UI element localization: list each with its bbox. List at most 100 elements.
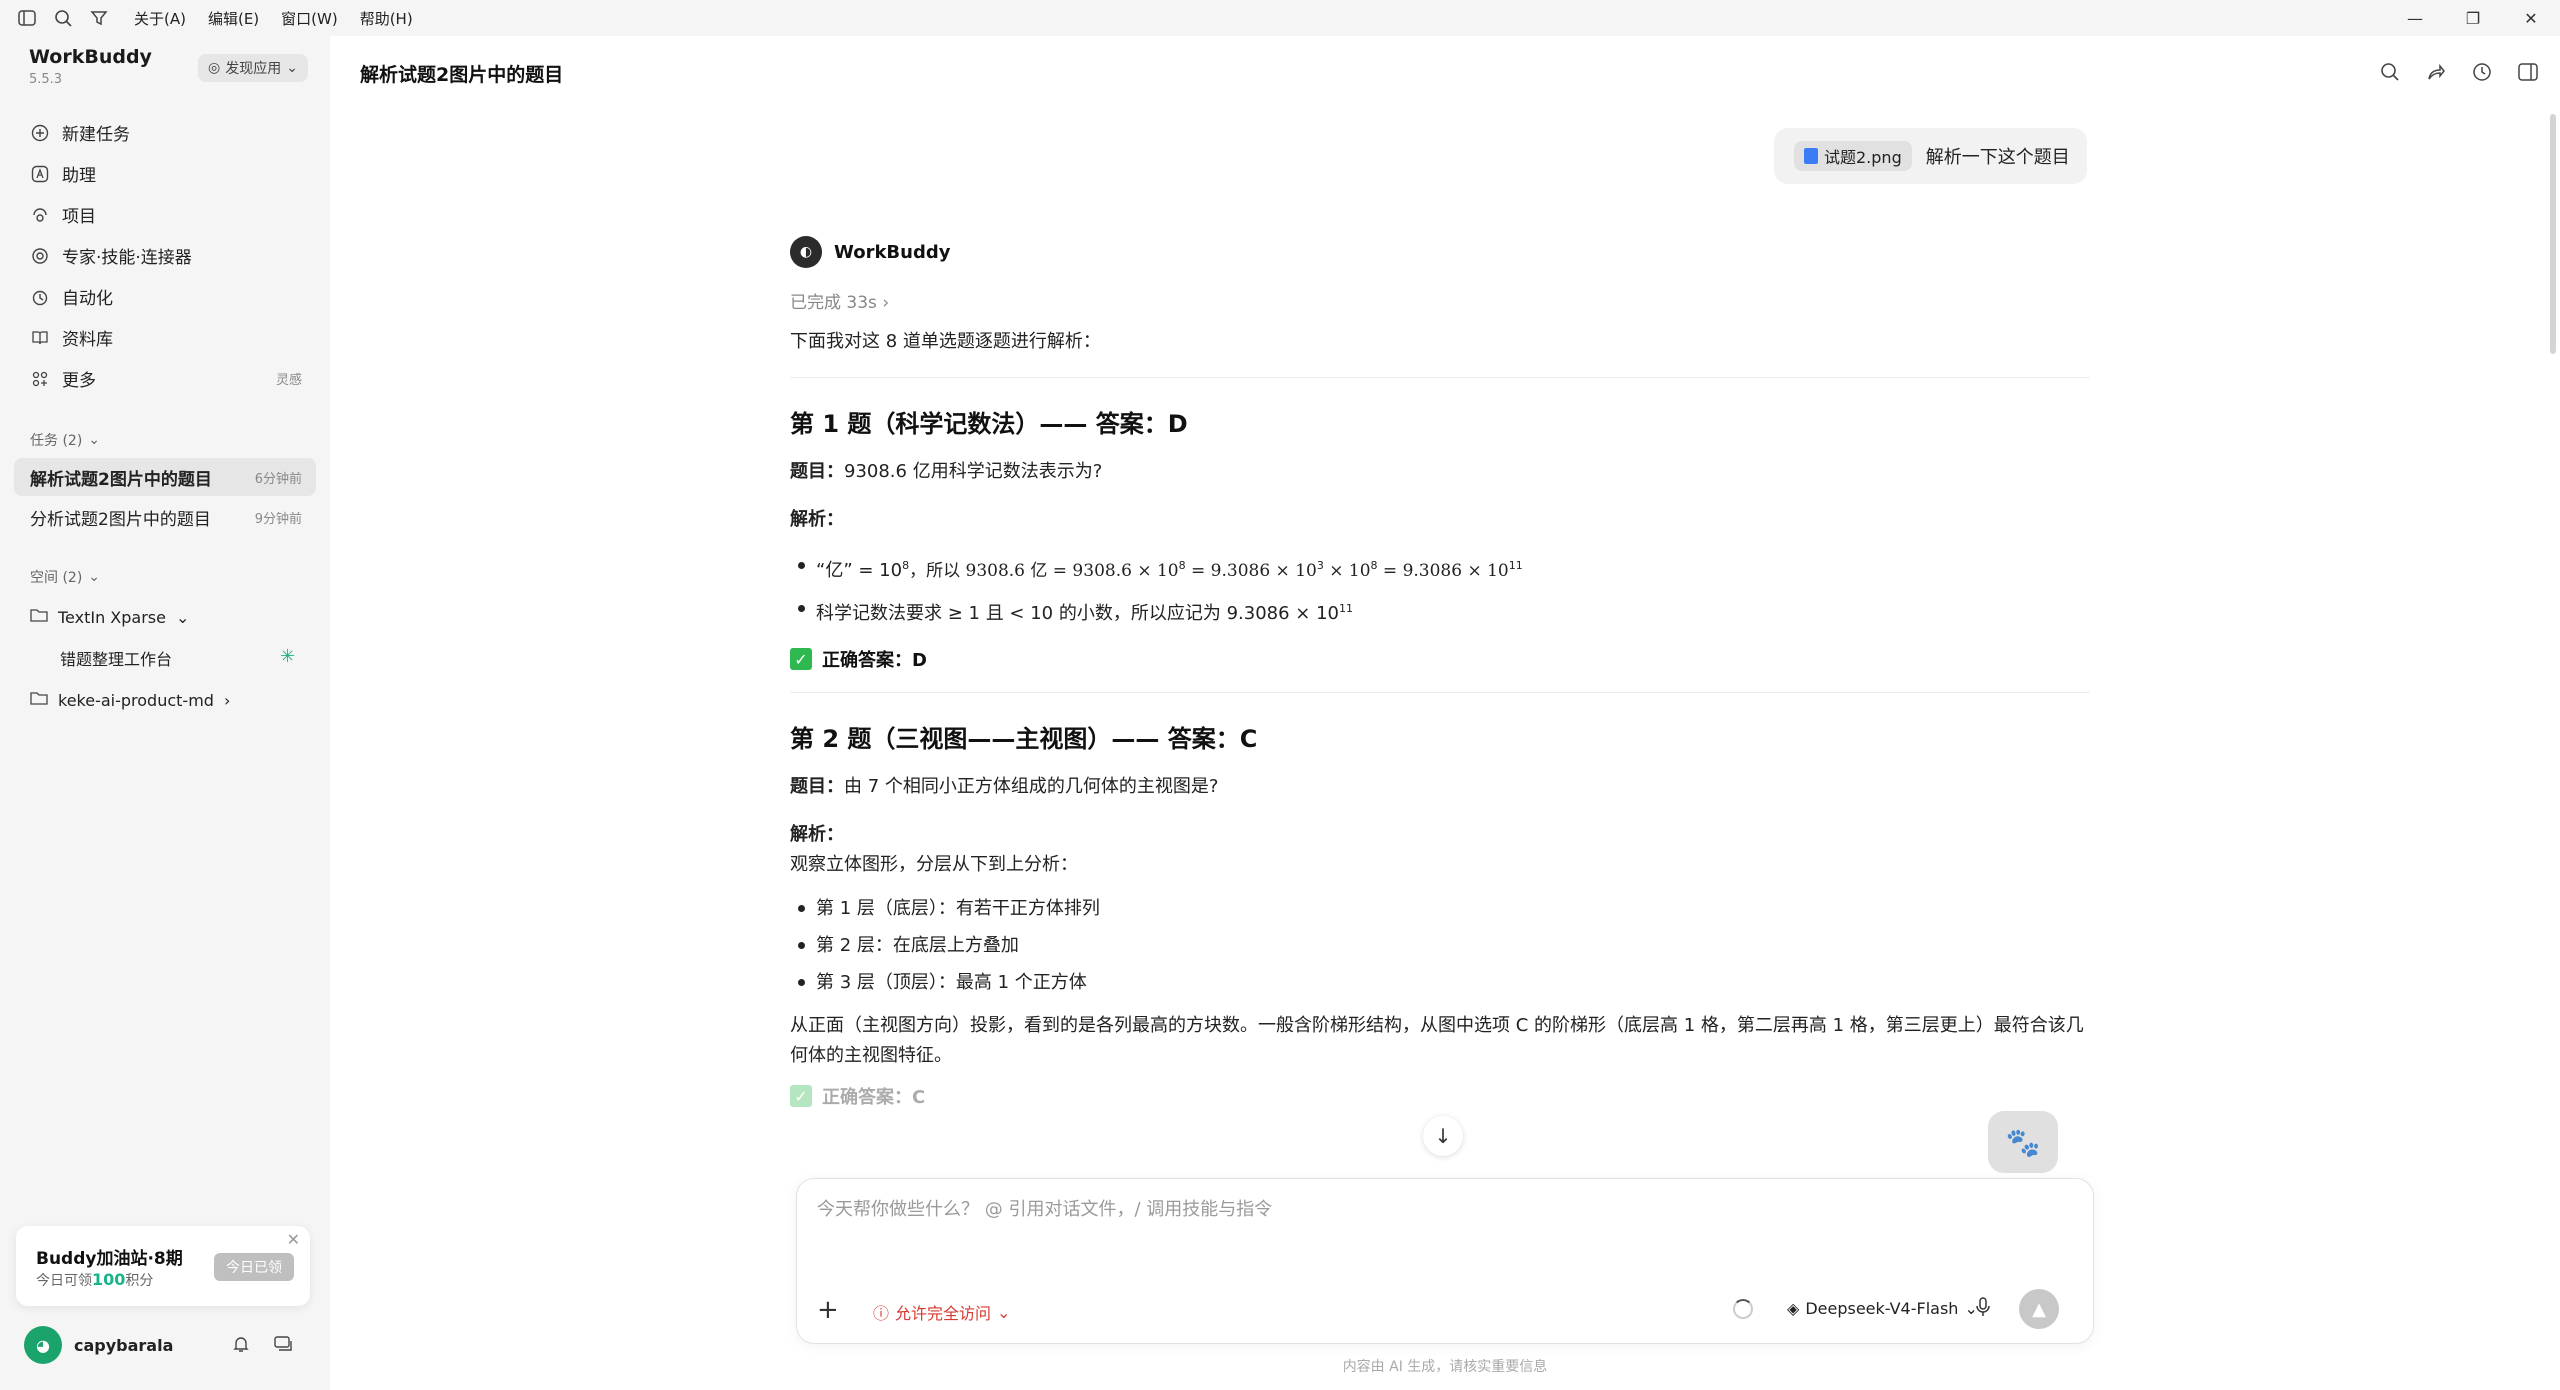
sidebar-item-more[interactable]: 更多 灵感 bbox=[14, 358, 316, 399]
math-text: 科学记数法要求 ≥ 1 且 < 10 的小数，所以应记为 9.3086 × 10 bbox=[816, 603, 1339, 624]
scroll-to-bottom-button[interactable]: ↓ bbox=[1423, 1116, 1463, 1156]
history-icon[interactable] bbox=[2470, 60, 2494, 84]
space-child-label: 错题整理工作台 bbox=[60, 650, 173, 669]
sidebar-toggle-icon[interactable] bbox=[16, 7, 38, 29]
close-icon[interactable]: ✕ bbox=[287, 1230, 300, 1249]
grid-icon bbox=[30, 369, 50, 389]
bell-icon[interactable] bbox=[232, 1335, 250, 1357]
math-sup: 3 bbox=[1316, 559, 1324, 572]
plus-circle-icon bbox=[30, 123, 50, 143]
share-icon[interactable] bbox=[2424, 60, 2448, 84]
list-item: “亿” = 108，所以 9308.6 亿 = 9308.6 × 108 = 9… bbox=[790, 547, 2090, 590]
clock-icon bbox=[30, 287, 50, 307]
model-icon: ◈ bbox=[1787, 1299, 1800, 1318]
mascot-icon[interactable]: 🐾 bbox=[1988, 1111, 2058, 1173]
chevron-right-icon: › bbox=[882, 293, 890, 313]
chevron-down-icon: ⌄ bbox=[997, 1302, 1011, 1322]
restore-icon[interactable]: ❐ bbox=[2444, 0, 2502, 36]
app-name: WorkBuddy bbox=[29, 46, 152, 68]
space-label: keke-ai-product-md bbox=[58, 690, 214, 710]
panel-toggle-icon[interactable] bbox=[2516, 60, 2540, 84]
sidebar-item-label: 更多 bbox=[62, 371, 96, 391]
sidebar-item-assistant[interactable]: 助理 bbox=[14, 153, 316, 194]
message-icon[interactable] bbox=[274, 1335, 294, 1357]
minimize-icon[interactable]: — bbox=[2386, 0, 2444, 36]
inspiration-link[interactable]: 灵感 bbox=[276, 369, 302, 388]
project-icon bbox=[30, 205, 50, 225]
chevron-down-icon: ⌄ bbox=[286, 60, 298, 76]
menu-about[interactable]: 关于(A) bbox=[134, 8, 186, 29]
space-item-keke[interactable]: keke-ai-product-md › bbox=[30, 690, 230, 710]
discover-label: 发现应用 bbox=[225, 61, 282, 77]
search-icon[interactable] bbox=[2378, 60, 2402, 84]
user-name: capybarala bbox=[74, 1335, 174, 1355]
analysis-list: “亿” = 108，所以 9308.6 亿 = 9308.6 × 108 = 9… bbox=[790, 547, 2090, 632]
check-icon: ✓ bbox=[790, 648, 812, 670]
compass-icon: ◎ bbox=[208, 60, 221, 76]
space-child-item[interactable]: 错题整理工作台 bbox=[60, 646, 172, 670]
attachment-chip[interactable]: 试题2.png bbox=[1794, 141, 1912, 171]
task-time: 6分钟前 bbox=[254, 471, 302, 487]
answer-line: ✓ 正确答案：D bbox=[790, 646, 2090, 672]
scrollbar[interactable] bbox=[2550, 114, 2556, 354]
list-item: 第 3 层（顶层）：最高 1 个正方体 bbox=[790, 964, 2090, 1001]
analysis-list: 第 1 层（底层）：有若干正方体排列 第 2 层：在底层上方叠加 第 3 层（顶… bbox=[790, 890, 2090, 1001]
title-bar: 关于(A) 编辑(E) 窗口(W) 帮助(H) — ❐ ✕ bbox=[0, 0, 2560, 36]
promo-sub-suffix: 积分 bbox=[125, 1273, 154, 1289]
menu-edit[interactable]: 编辑(E) bbox=[208, 8, 259, 29]
tasks-header-label: 任务 (2) bbox=[30, 433, 83, 449]
discover-apps-button[interactable]: ◎ 发现应用 ⌄ bbox=[198, 54, 308, 82]
intro-text: 下面我对这 8 道单选题逐题进行解析： bbox=[790, 331, 1101, 352]
search-icon[interactable] bbox=[52, 7, 74, 29]
loading-spinner-icon bbox=[1733, 1299, 1753, 1319]
menu-window[interactable]: 窗口(W) bbox=[281, 8, 338, 29]
sidebar-item-experts[interactable]: 专家·技能·连接器 bbox=[14, 235, 316, 276]
chevron-down-icon: ⌄ bbox=[88, 432, 101, 448]
task-item[interactable]: 分析试题2图片中的题目 9分钟前 bbox=[14, 498, 316, 536]
promo-card: Buddy加油站·8期 今日可领100积分 今日已领 ✕ bbox=[16, 1226, 310, 1306]
sidebar-item-label: 专家·技能·连接器 bbox=[62, 248, 192, 268]
question-body: 9308.6 亿用科学记数法表示为? bbox=[844, 461, 1103, 482]
add-attachment-button[interactable]: + bbox=[817, 1295, 839, 1325]
info-icon: ⓘ bbox=[873, 1304, 890, 1323]
divider bbox=[790, 692, 2090, 693]
ai-disclaimer: 内容由 AI 生成，请核实重要信息 bbox=[1342, 1359, 1548, 1375]
completion-status[interactable]: 已完成 33s › bbox=[790, 288, 2090, 313]
user-profile[interactable]: ◕ capybarala bbox=[24, 1326, 173, 1364]
chevron-down-icon: ⌄ bbox=[175, 607, 190, 627]
question-heading: 第 2 题（三视图——主视图）—— 答案：C bbox=[790, 725, 1258, 753]
sidebar-item-projects[interactable]: 项目 bbox=[14, 194, 316, 235]
question-text: 题目：由 7 个相同小正方体组成的几何体的主视图是? bbox=[790, 772, 2090, 802]
math-text: ，所以 9308.6 亿 = 9308.6 × 10 bbox=[909, 561, 1179, 581]
close-icon[interactable]: ✕ bbox=[2502, 0, 2560, 36]
send-button[interactable]: ▲ bbox=[2019, 1289, 2059, 1329]
chat-input[interactable] bbox=[817, 1199, 2017, 1220]
math-sup: 8 bbox=[1178, 559, 1186, 572]
filter-icon[interactable] bbox=[88, 7, 110, 29]
access-mode-dropdown[interactable]: ⓘ 允许完全访问 ⌄ bbox=[873, 1300, 1010, 1324]
claim-button[interactable]: 今日已领 bbox=[214, 1253, 294, 1281]
space-item-textin[interactable]: TextIn Xparse ⌄ bbox=[30, 607, 189, 627]
space-label: TextIn Xparse bbox=[58, 607, 166, 627]
microphone-icon[interactable] bbox=[1975, 1297, 1991, 1322]
menu-help[interactable]: 帮助(H) bbox=[360, 8, 413, 29]
list-item: 第 1 层（底层）：有若干正方体排列 bbox=[790, 890, 2090, 927]
sidebar-item-new-task[interactable]: 新建任务 bbox=[14, 112, 316, 153]
check-icon: ✓ bbox=[790, 1085, 812, 1107]
tasks-header[interactable]: 任务 (2) ⌄ bbox=[30, 430, 100, 450]
sidebar-item-library[interactable]: 资料库 bbox=[14, 317, 316, 358]
task-item[interactable]: 解析试题2图片中的题目 6分钟前 bbox=[14, 458, 316, 496]
sidebar-item-label: 项目 bbox=[62, 207, 96, 227]
user-message: 试题2.png 解析一下这个题目 bbox=[1774, 128, 2087, 184]
main-panel: 解析试题2图片中的题目 试题2.png 解析一下这个题目 ◐ WorkBuddy… bbox=[330, 36, 2560, 1390]
spaces-header[interactable]: 空间 (2) ⌄ bbox=[30, 567, 100, 587]
sidebar-item-automation[interactable]: 自动化 bbox=[14, 276, 316, 317]
promo-sub-prefix: 今日可领 bbox=[36, 1273, 92, 1289]
spaces-header-label: 空间 (2) bbox=[30, 570, 83, 586]
answer-text: 正确答案：D bbox=[822, 650, 927, 671]
answer-line: ✓ 正确答案：C bbox=[790, 1083, 2090, 1109]
folder-icon bbox=[30, 607, 48, 627]
expert-icon bbox=[30, 246, 50, 266]
user-actions bbox=[232, 1335, 294, 1357]
model-selector[interactable]: ◈ Deepseek-V4-Flash ⌄ bbox=[1787, 1299, 1978, 1318]
